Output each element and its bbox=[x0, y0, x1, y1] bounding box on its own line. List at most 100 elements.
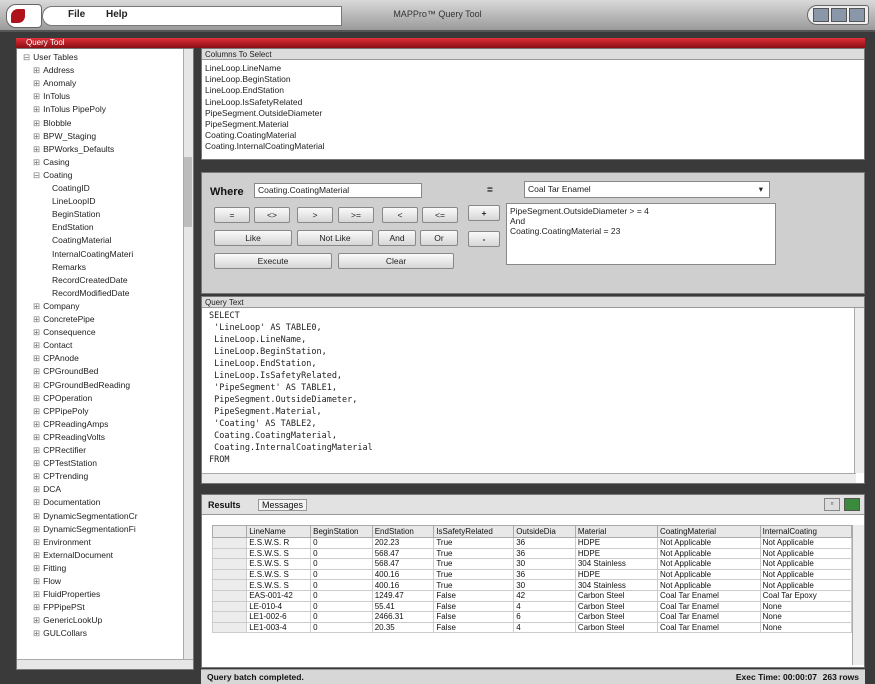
table-row[interactable]: E.S.W.S. S 0 568.47 True 30 304 Stainless Not … bbox=[212, 558, 852, 570]
tree-item[interactable]: ⊞ GenericLookUp bbox=[33, 615, 102, 626]
tree-item[interactable]: ⊞ Address bbox=[33, 65, 74, 76]
conditions-list[interactable]: PipeSegment.OutsideDiameter > = 4 And Co… bbox=[506, 203, 776, 265]
tab-messages[interactable]: Messages bbox=[258, 499, 308, 511]
column-item[interactable]: PipeSegment.OutsideDiameter bbox=[205, 108, 322, 118]
op-greater-button[interactable]: > bbox=[297, 207, 333, 223]
expander-icon[interactable]: ⊞ bbox=[33, 78, 40, 88]
table-row[interactable]: E.S.W.S. R 0 202.23 True 36 HDPE Not Applicabl… bbox=[212, 537, 852, 549]
table-row[interactable]: LE-010-4 0 55.41 False 4 Carbon Steel Coal Tar… bbox=[212, 600, 852, 613]
tree-item[interactable]: ⊞ Casing bbox=[33, 157, 70, 168]
column-header[interactable]: InternalCoating bbox=[759, 525, 852, 538]
tree-item[interactable]: ⊞ CPGroundBed bbox=[33, 366, 98, 377]
clear-button[interactable]: Clear bbox=[338, 253, 454, 269]
op-less-button[interactable]: < bbox=[382, 207, 418, 223]
expander-icon[interactable]: ⊞ bbox=[33, 497, 40, 507]
tree-item[interactable]: ⊞ InTolus bbox=[33, 91, 70, 102]
column-item[interactable]: Coating.CoatingMaterial bbox=[205, 130, 296, 140]
export-icon[interactable]: ▫ bbox=[824, 498, 840, 511]
results-grid[interactable]: LineName BeginStation EndStation IsSafetyRe… bbox=[212, 525, 852, 665]
tree-item[interactable]: InternalCoatingMateri bbox=[49, 249, 133, 259]
close-icon[interactable] bbox=[849, 8, 865, 22]
expander-icon[interactable]: ⊞ bbox=[33, 628, 40, 638]
column-item[interactable]: LineLoop.BeginStation bbox=[205, 74, 291, 84]
like-button[interactable]: Like bbox=[214, 230, 292, 246]
row-header[interactable] bbox=[212, 537, 248, 549]
tree-item[interactable]: ⊞ InTolus PipePoly bbox=[33, 104, 106, 115]
tree-item[interactable]: CoatingID bbox=[49, 183, 90, 193]
tab-results[interactable]: Results bbox=[208, 500, 241, 510]
tree-item[interactable]: ⊞ ExternalDocument bbox=[33, 550, 113, 561]
expander-icon[interactable]: ⊞ bbox=[33, 511, 40, 521]
tree-item[interactable]: RecordModifiedDate bbox=[49, 288, 129, 298]
column-header[interactable]: CoatingMaterial bbox=[656, 525, 761, 538]
column-item[interactable]: LineLoop.LineName bbox=[205, 63, 281, 73]
table-row[interactable]: E.S.W.S. S 0 568.47 True 36 HDPE Not Applicabl… bbox=[212, 547, 852, 560]
column-header[interactable]: OutsideDia bbox=[513, 525, 576, 538]
expander-icon[interactable]: ⊞ bbox=[33, 576, 40, 586]
tree-item[interactable]: ⊞ CPTestStation bbox=[33, 458, 97, 469]
tree-item[interactable]: EndStation bbox=[49, 222, 94, 232]
tree-item[interactable]: ⊞ BPW_Staging bbox=[33, 131, 96, 142]
tree-item[interactable]: ⊞ CPTrending bbox=[33, 471, 88, 482]
tree-item[interactable]: ⊞ Documentation bbox=[33, 497, 100, 508]
not-like-button[interactable]: Not Like bbox=[297, 230, 373, 246]
expander-icon[interactable]: ⊞ bbox=[33, 419, 40, 429]
tree-item[interactable]: CoatingMaterial bbox=[49, 235, 112, 245]
column-item[interactable]: LineLoop.EndStation bbox=[205, 85, 284, 95]
tree-item[interactable]: ⊞ CPRectifier bbox=[33, 445, 86, 456]
expander-icon[interactable]: ⊞ bbox=[33, 471, 40, 481]
op-not-equal-button[interactable]: <> bbox=[254, 207, 290, 223]
row-header[interactable] bbox=[212, 568, 248, 581]
tree-item[interactable]: ⊞ CPPipePoly bbox=[33, 406, 88, 417]
column-header[interactable]: BeginStation bbox=[310, 525, 373, 538]
tree-item[interactable]: ⊟ User Tables bbox=[23, 52, 78, 63]
tree-item[interactable]: ⊞ CPAnode bbox=[33, 353, 79, 364]
tree-item[interactable]: ⊞ FPPipePSt bbox=[33, 602, 85, 613]
or-button[interactable]: Or bbox=[420, 230, 458, 246]
column-header[interactable]: Material bbox=[574, 525, 658, 538]
expander-icon[interactable]: ⊟ bbox=[33, 170, 40, 180]
expander-icon[interactable]: ⊞ bbox=[33, 537, 40, 547]
expander-icon[interactable]: ⊞ bbox=[33, 615, 40, 625]
expander-icon[interactable]: ⊞ bbox=[33, 550, 40, 560]
tree-scroll-thumb[interactable] bbox=[184, 157, 192, 227]
query-vertical-scrollbar[interactable] bbox=[854, 308, 864, 473]
expander-icon[interactable]: ⊞ bbox=[33, 602, 40, 612]
tree-item[interactable]: ⊞ CPReadingAmps bbox=[33, 419, 108, 430]
expander-icon[interactable]: ⊞ bbox=[33, 65, 40, 75]
tree-item[interactable]: RecordCreatedDate bbox=[49, 275, 128, 285]
tree-item[interactable]: BeginStation bbox=[49, 209, 100, 219]
expander-icon[interactable]: ⊞ bbox=[33, 301, 40, 311]
expander-icon[interactable]: ⊞ bbox=[33, 144, 40, 154]
tree-item[interactable]: ⊞ Contact bbox=[33, 340, 72, 351]
column-item[interactable]: LineLoop.IsSafetyRelated bbox=[205, 97, 302, 107]
row-header[interactable] bbox=[212, 600, 248, 613]
minimize-icon[interactable] bbox=[813, 8, 829, 22]
expander-icon[interactable]: ⊞ bbox=[33, 91, 40, 101]
expander-icon[interactable]: ⊞ bbox=[33, 524, 40, 534]
expander-icon[interactable]: ⊞ bbox=[33, 380, 40, 390]
expander-icon[interactable]: ⊞ bbox=[33, 118, 40, 128]
expander-icon[interactable]: ⊞ bbox=[33, 104, 40, 114]
and-button[interactable]: And bbox=[378, 230, 416, 246]
expander-icon[interactable]: ⊞ bbox=[33, 393, 40, 403]
tree-item[interactable]: ⊞ GULCollars bbox=[33, 628, 87, 639]
op-equal-button[interactable]: = bbox=[214, 207, 250, 223]
maximize-icon[interactable] bbox=[831, 8, 847, 22]
tree-item[interactable]: ⊞ DynamicSegmentationCr bbox=[33, 511, 138, 522]
table-row[interactable]: EAS-001-42 0 1249.47 False 42 Carbon Steel Coa… bbox=[212, 589, 852, 602]
tree-item[interactable]: ⊞ DCA bbox=[33, 484, 61, 495]
column-item[interactable]: PipeSegment.Material bbox=[205, 119, 289, 129]
query-horizontal-scrollbar[interactable] bbox=[202, 473, 856, 483]
tree-item[interactable]: ⊞ Company bbox=[33, 301, 80, 312]
expander-icon[interactable]: ⊞ bbox=[33, 445, 40, 455]
remove-condition-button[interactable]: - bbox=[468, 231, 500, 247]
where-field-input[interactable]: Coating.CoatingMaterial bbox=[254, 183, 422, 198]
column-item[interactable]: Coating.InternalCoatingMaterial bbox=[205, 141, 325, 151]
tree-item[interactable]: ⊞ Anomaly bbox=[33, 78, 76, 89]
expander-icon[interactable]: ⊞ bbox=[33, 406, 40, 416]
results-vertical-scrollbar[interactable] bbox=[852, 525, 864, 665]
tree-item[interactable]: ⊞ Environment bbox=[33, 537, 91, 548]
tree-item[interactable]: ⊞ DynamicSegmentationFi bbox=[33, 524, 136, 535]
row-header[interactable] bbox=[212, 547, 248, 560]
